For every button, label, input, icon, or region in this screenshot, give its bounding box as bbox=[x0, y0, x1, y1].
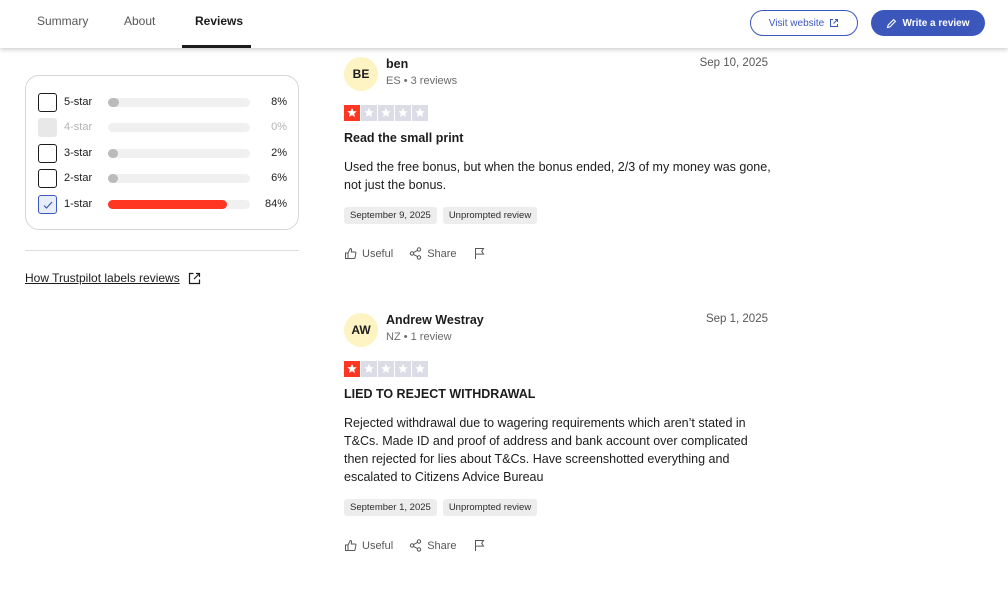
review-tags: September 1, 2025 Unprompted review bbox=[344, 499, 538, 516]
review-title[interactable]: Read the small print bbox=[344, 131, 463, 145]
sidebar-divider bbox=[25, 250, 299, 251]
filter-bar-track bbox=[108, 149, 250, 158]
star-empty-icon bbox=[412, 105, 428, 121]
filter-label: 5-star bbox=[64, 96, 93, 108]
avatar[interactable]: AW bbox=[344, 313, 378, 347]
filter-percent: 8% bbox=[271, 96, 287, 108]
review-body: Used the free bonus, but when the bonus … bbox=[344, 160, 771, 192]
filter-bar-track bbox=[108, 200, 250, 209]
share-button[interactable]: Share bbox=[409, 539, 457, 552]
review-body: Rejected withdrawal due to wagering requ… bbox=[344, 416, 748, 484]
experience-date-badge: September 9, 2025 bbox=[344, 207, 437, 224]
review-card: AW Andrew Westray NZ • 1 review Sep 1, 2… bbox=[344, 313, 768, 558]
star-rating bbox=[344, 361, 428, 377]
active-tab-indicator bbox=[182, 45, 251, 48]
top-nav-bar: Summary About Reviews Visit website Writ… bbox=[0, 0, 1008, 48]
star-filled-icon bbox=[344, 105, 360, 121]
filter-percent: 6% bbox=[271, 172, 287, 184]
external-link-icon bbox=[188, 272, 200, 284]
star-filter-card: 5-star 8% 4-star 0% 3-star 2% 2-star 6% … bbox=[25, 75, 299, 230]
filter-row-5-star[interactable]: 5-star 8% bbox=[26, 93, 300, 113]
star-empty-icon bbox=[412, 361, 428, 377]
external-link-icon bbox=[830, 19, 839, 27]
filter-label: 4-star bbox=[64, 121, 93, 133]
star-empty-icon bbox=[395, 105, 411, 121]
tab-about[interactable]: About bbox=[124, 0, 155, 48]
write-review-label: Write a review bbox=[902, 17, 970, 29]
review-title[interactable]: LIED TO REJECT WITHDRAWAL bbox=[344, 387, 535, 401]
filter-row-4-star: 4-star 0% bbox=[26, 118, 300, 138]
how-link-label: How Trustpilot labels reviews bbox=[25, 271, 180, 285]
visit-website-label: Visit website bbox=[768, 17, 825, 29]
review-date: Sep 1, 2025 bbox=[705, 313, 768, 325]
thumbs-up-icon bbox=[345, 247, 357, 259]
report-flag-button[interactable] bbox=[473, 539, 486, 552]
thumbs-up-icon bbox=[345, 539, 357, 551]
filter-checkbox-checked[interactable] bbox=[38, 195, 57, 214]
useful-label: Useful bbox=[362, 247, 394, 260]
filter-bar-fill bbox=[108, 149, 118, 158]
pencil-icon bbox=[887, 18, 897, 28]
useful-label: Useful bbox=[362, 539, 394, 552]
report-flag-button[interactable] bbox=[473, 247, 486, 260]
reviewer-name[interactable]: ben bbox=[386, 57, 408, 71]
filter-percent: 84% bbox=[264, 198, 287, 210]
filter-bar-track bbox=[108, 174, 250, 183]
filter-label: 3-star bbox=[64, 147, 93, 159]
filter-percent: 0% bbox=[271, 121, 287, 133]
how-trustpilot-labels-link[interactable]: How Trustpilot labels reviews bbox=[25, 271, 201, 285]
checkmark-icon bbox=[43, 201, 52, 209]
unprompted-review-badge[interactable]: Unprompted review bbox=[442, 499, 538, 516]
star-empty-icon bbox=[361, 361, 377, 377]
review-actions: Useful Share bbox=[344, 539, 486, 552]
flag-icon bbox=[474, 248, 484, 259]
tab-summary[interactable]: Summary bbox=[37, 0, 88, 48]
reviewer-meta: NZ • 1 review bbox=[386, 331, 452, 343]
review-actions: Useful Share bbox=[344, 247, 486, 260]
share-icon bbox=[409, 539, 422, 552]
filter-row-3-star[interactable]: 3-star 2% bbox=[26, 144, 300, 164]
filter-label: 2-star bbox=[64, 172, 93, 184]
useful-button[interactable]: Useful bbox=[344, 539, 393, 552]
reviewer-meta: ES • 3 reviews bbox=[386, 75, 458, 87]
filter-row-1-star[interactable]: 1-star 84% bbox=[26, 195, 300, 215]
share-label: Share bbox=[427, 247, 457, 260]
filter-bar-track bbox=[108, 98, 250, 107]
review-tags: September 9, 2025 Unprompted review bbox=[344, 207, 538, 224]
share-label: Share bbox=[427, 539, 457, 552]
star-filled-icon bbox=[344, 361, 360, 377]
review-date: Sep 10, 2025 bbox=[699, 57, 768, 69]
filter-bar-fill bbox=[108, 98, 120, 107]
unprompted-review-badge[interactable]: Unprompted review bbox=[442, 207, 538, 224]
share-button[interactable]: Share bbox=[409, 247, 457, 260]
filter-percent: 2% bbox=[271, 147, 287, 159]
avatar[interactable]: BE bbox=[344, 57, 378, 91]
experience-date-badge: September 1, 2025 bbox=[344, 499, 437, 516]
review-card: BE ben ES • 3 reviews Sep 10, 2025 Read … bbox=[344, 57, 771, 267]
filter-checkbox[interactable] bbox=[38, 169, 57, 188]
share-icon bbox=[409, 247, 422, 260]
star-empty-icon bbox=[378, 105, 394, 121]
star-rating bbox=[344, 105, 428, 121]
filter-bar-fill bbox=[108, 174, 118, 183]
visit-website-button[interactable]: Visit website bbox=[750, 10, 858, 36]
reviewer-name[interactable]: Andrew Westray bbox=[386, 313, 484, 327]
filter-row-2-star[interactable]: 2-star 6% bbox=[26, 169, 300, 189]
filter-bar-fill bbox=[108, 200, 228, 209]
filter-bar-track bbox=[108, 123, 250, 132]
filter-label: 1-star bbox=[64, 198, 93, 210]
star-empty-icon bbox=[395, 361, 411, 377]
filter-checkbox[interactable] bbox=[38, 93, 57, 112]
star-empty-icon bbox=[361, 105, 377, 121]
flag-icon bbox=[474, 540, 484, 551]
useful-button[interactable]: Useful bbox=[344, 247, 393, 260]
tab-reviews[interactable]: Reviews bbox=[195, 0, 243, 48]
filter-checkbox bbox=[38, 118, 57, 137]
write-review-button[interactable]: Write a review bbox=[871, 10, 985, 36]
filter-checkbox[interactable] bbox=[38, 144, 57, 163]
star-empty-icon bbox=[378, 361, 394, 377]
